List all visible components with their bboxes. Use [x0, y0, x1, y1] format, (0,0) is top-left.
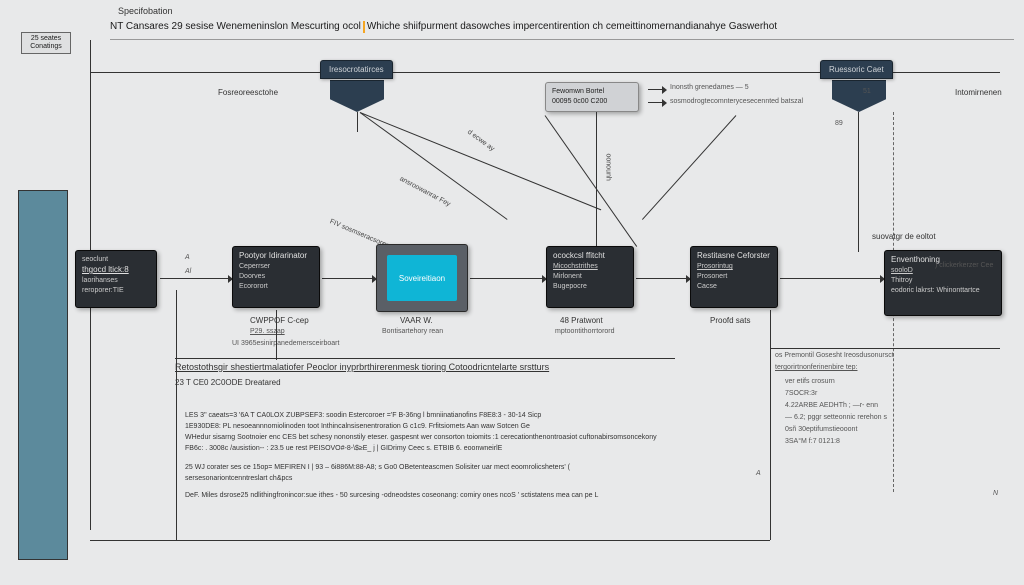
p3: WHedur sisarng Sootnoier enc CES bet sch… — [185, 432, 745, 443]
lb-l3: laorihanses — [82, 276, 150, 286]
label-monali: Inonsth grenedames — 5 — [670, 84, 749, 91]
rb-l3: eodoric lakrst: Whinonttartce — [891, 286, 995, 296]
title-left: NT Cansares 29 sesise Wenemeninslon Mesc… — [110, 21, 361, 32]
b3-l4: Bugepocre — [553, 282, 627, 292]
diag-line-1 — [360, 112, 508, 220]
conn-5 — [780, 278, 880, 279]
vline-mid — [596, 112, 597, 247]
b4-l2: Prosorintug — [697, 262, 771, 272]
row-box-1[interactable]: Pootyor Idirarinator Ceperrser Doorves E… — [232, 246, 320, 308]
para-block: LES 3" caeats=3 '6A T CA0LOX ZUBPSEF3: s… — [185, 410, 745, 501]
side-small-box: 25 seates Conatings — [21, 32, 71, 54]
pentagon-right-icon — [832, 80, 886, 112]
title-right: Whiche shiifpurment dasowches impercenti… — [367, 21, 777, 32]
lb-l1: seoclunt — [82, 255, 150, 265]
b3-l2: Micochstrithes — [553, 262, 627, 272]
u3a: 48 Pratwont — [560, 316, 603, 325]
r7: 0sñ 30eptifumstieooont — [785, 426, 857, 433]
section-title: Retostothsgir shestiertmalatiofer Peoclo… — [175, 362, 549, 372]
section-sub: 23 T CE0 2C0ODE Dreatared — [175, 378, 281, 387]
tab-resource-cat[interactable]: Ruessoric Caet — [820, 60, 893, 79]
label-fosc: Fosreoreesctohe — [218, 88, 278, 97]
spec-label: Specifobation — [118, 6, 173, 16]
u1c: UI 3965esinirpanedemersceirboart — [232, 340, 339, 347]
label-intom: Intomirnenen — [955, 88, 1002, 97]
sidebar-panel — [18, 190, 68, 560]
vline-p2 — [858, 112, 859, 252]
lb-l4: reroporer:TIE — [82, 286, 150, 296]
p1: LES 3" caeats=3 '6A T CA0LOX ZUBPSEF3: s… — [185, 410, 745, 421]
label-sosmod: sosmodrogtecomnterycesecennted batszal — [670, 98, 803, 105]
rlist-hline — [770, 348, 1000, 349]
r4: 7SOCR:3r — [785, 390, 817, 397]
diag-line-4 — [642, 115, 736, 220]
vline-right-long — [770, 310, 771, 540]
b4-l4: Cacse — [697, 282, 771, 292]
b1-l4: Ecororort — [239, 282, 313, 292]
r3: ver etifs crosurn — [785, 378, 835, 385]
r8: 3SA°M f:7 0121:8 — [785, 438, 840, 445]
u2b: Bontisartehory rean — [382, 328, 443, 335]
cursor-icon — [363, 21, 365, 33]
b3-l3: Mirlonent — [553, 272, 627, 282]
r6: — 6.2; pggr setteonnic rerehon s — [785, 414, 887, 421]
r1: os Premontil Gosesht Ireosdusonursct — [775, 352, 894, 359]
diag-line-3 — [545, 115, 638, 247]
b1-l3: Doorves — [239, 272, 313, 282]
b4-l1: Restitasne Ceforster — [697, 251, 771, 261]
tiny-n: N — [993, 490, 998, 497]
p2: 1E930DE8: PL nesoeannnomiolinoden toot I… — [185, 421, 745, 432]
tiny-al: Al — [185, 268, 191, 275]
mid-top-box-text: Fewomwn Bortel 00095 0c00 C200 — [552, 87, 632, 107]
b1-l1: Pootyor Idirarinator — [239, 251, 313, 261]
lb-l2: thgocd ltick:8 — [82, 265, 150, 275]
left-dark-box[interactable]: seoclunt thgocd ltick:8 laorihanses rero… — [75, 250, 157, 308]
b4-l3: Prosonert — [697, 272, 771, 282]
mid-top-box: Fewomwn Bortel 00095 0c00 C200 — [545, 82, 639, 112]
u1b: P29. sszap — [250, 328, 285, 335]
screen-inner: Soveireitiaon — [387, 255, 457, 301]
conn-1 — [160, 278, 228, 279]
rb-l2: Thitroy — [891, 276, 995, 286]
u1a: CWPPOF C-cep — [250, 316, 309, 325]
rb-side: ) clickerkerzer Cee — [935, 262, 993, 269]
vline-b1 — [276, 310, 277, 360]
diag-label-2: ansroowanrar Fey — [398, 175, 451, 208]
arrow-monali — [648, 89, 662, 90]
p6: sersesonariontcenntreslart ch&pcs — [185, 473, 745, 484]
label-suov: suovatgr de eoltot — [872, 232, 936, 241]
tiny-a2: A — [756, 470, 761, 477]
diag-label-4: oonounh — [605, 154, 612, 181]
row-box-3[interactable]: ocockcsl ffitcht Micochstrithes Mirlonen… — [546, 246, 634, 308]
vline-p1 — [357, 112, 358, 132]
tiny-a: A — [185, 254, 190, 261]
vline-left-long — [176, 290, 177, 540]
section-hline — [175, 358, 675, 359]
r2: tergorirtnonferinenbire tep: — [775, 364, 858, 371]
pentagon-left-icon — [330, 80, 384, 112]
u4: Proofd sats — [710, 316, 750, 325]
row-box-4[interactable]: Restitasne Ceforster Prosorintug Prosone… — [690, 246, 778, 308]
right-dark-box[interactable]: Enventhoning sooloD Thitroy eodoric lakr… — [884, 250, 1002, 316]
arrow-sosmod — [648, 102, 662, 103]
bottom-hline — [90, 540, 770, 541]
p5: 25 WJ corater ses ce 15op= MEFIREN I | 9… — [185, 462, 745, 473]
tab-resources[interactable]: Iresocrotatirces — [320, 60, 393, 79]
label-51: 51 — [863, 88, 871, 95]
diag-line-2 — [360, 112, 601, 210]
screen-box[interactable]: Soveireitiaon — [376, 244, 468, 312]
p4: FB6c: . 3008c /ausistion-- : 23.5 ue res… — [185, 443, 745, 454]
title-bar: NT Cansares 29 sesise Wenemeninslon Mesc… — [110, 18, 1014, 40]
conn-4 — [636, 278, 686, 279]
conn-2 — [322, 278, 372, 279]
u2a: VAAR W. — [400, 316, 433, 325]
conn-3 — [470, 278, 542, 279]
p7: DeF. Miles dsrose25 ndlithingfronincor:s… — [185, 490, 745, 501]
u3b: mptoontithorrtorord — [555, 328, 615, 335]
label-89: 89 — [835, 120, 843, 127]
r5: 4.22ARBE AEDHTh ; —r- enn — [785, 402, 878, 409]
diag-label-1: d ecwe ay — [466, 129, 496, 153]
b1-l2: Ceperrser — [239, 262, 313, 272]
b3-l1: ocockcsl ffitcht — [553, 251, 627, 261]
